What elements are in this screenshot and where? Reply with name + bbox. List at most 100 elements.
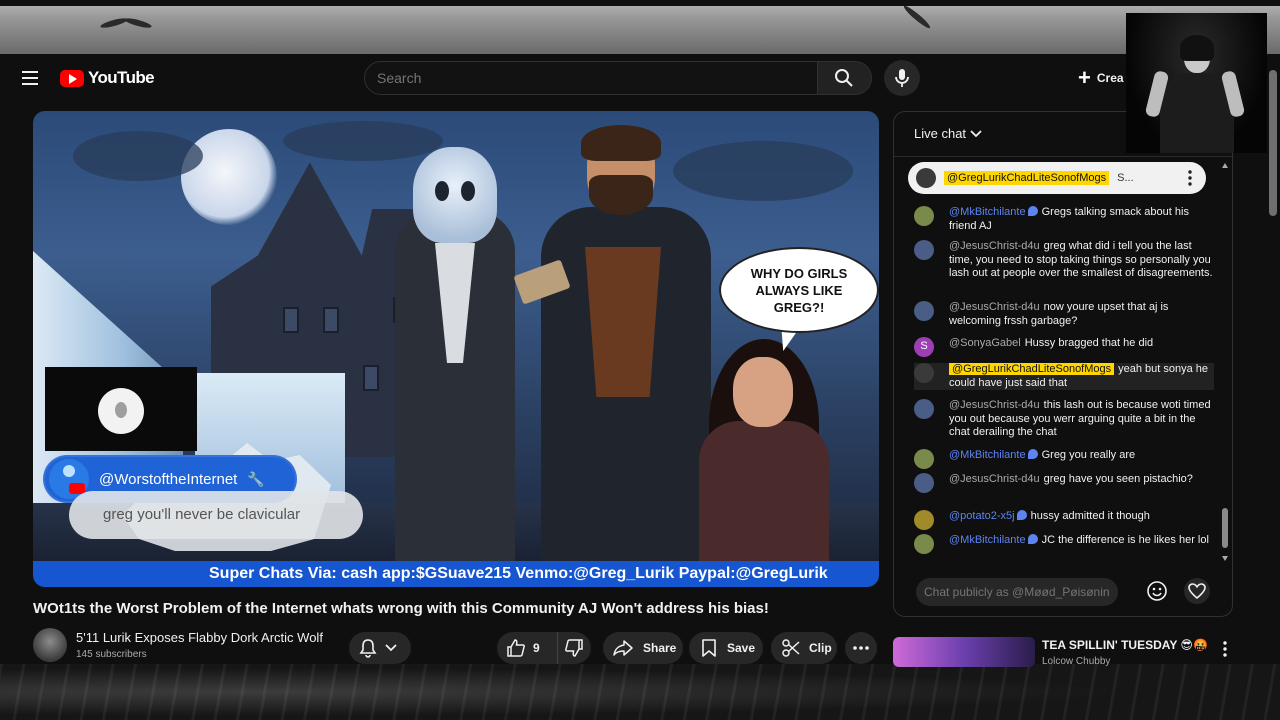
chevron-down-icon (385, 644, 397, 652)
avatar[interactable] (914, 399, 934, 419)
page-scrollbar[interactable] (1269, 70, 1277, 216)
chat-author[interactable]: @JesusChrist-d4u (949, 399, 1040, 411)
search-input[interactable] (364, 61, 818, 95)
search-button[interactable] (818, 61, 872, 95)
more-vertical-icon[interactable] (1220, 641, 1230, 657)
live-chat-panel: Live chat @GregLurikChadLiteSonofMogs S.… (893, 111, 1233, 617)
channel-name[interactable]: 5'11 Lurik Exposes Flabby Dork Arctic Wo… (76, 630, 323, 645)
share-label: Share (643, 641, 677, 655)
avatar[interactable] (914, 449, 934, 469)
masthead: YouTube + Crea (0, 54, 1280, 102)
speech-bubble: WHY DO GIRLS ALWAYS LIKE GREG?! (719, 247, 879, 333)
chat-text: Hussy bragged that he did (1024, 337, 1154, 349)
chat-text: JC the difference is he likes her lol (1041, 534, 1209, 546)
chat-author[interactable]: @JesusChrist-d4u (949, 301, 1040, 313)
youtube-logo[interactable]: YouTube (60, 66, 155, 90)
voice-search-button[interactable] (884, 60, 920, 96)
live-chat-title: Live chat (914, 126, 967, 141)
avatar[interactable] (914, 206, 934, 226)
chat-message[interactable]: @JesusChrist-d4u greg what did i tell you… (914, 240, 1214, 281)
more-vertical-icon[interactable] (1188, 170, 1192, 186)
chat-author[interactable]: @JesusChrist-d4u (949, 473, 1040, 485)
chat-text: Greg you really are (1041, 449, 1136, 461)
video-title: WOt1ts the Worst Problem of the Internet… (33, 600, 769, 617)
avatar[interactable] (914, 363, 934, 383)
cloud (73, 131, 203, 181)
chat-author[interactable]: @MkBitchilante (949, 449, 1026, 461)
share-button[interactable]: Share (603, 632, 683, 664)
video-player[interactable]: WHY DO GIRLS ALWAYS LIKE GREG?! @Worstof… (33, 111, 879, 587)
scissors-icon (782, 639, 800, 657)
chat-scrollbar-thumb[interactable] (1222, 508, 1228, 548)
overlay-caption: greg you'll never be clavicular (69, 491, 363, 539)
more-horizontal-icon (853, 646, 869, 650)
show-appreciation-button[interactable] (1184, 578, 1210, 604)
verified-badge-icon (1027, 449, 1038, 459)
chat-message[interactable]: @potato2-x5j hussy admitted it though (914, 510, 1214, 530)
like-count: 9 (533, 641, 540, 655)
ghost-figure-head (413, 147, 497, 243)
pinned-message[interactable]: @GregLurikChadLiteSonofMogs S... (908, 162, 1206, 194)
microphone-icon (895, 69, 909, 87)
share-icon (613, 640, 633, 656)
background-top-strip (0, 0, 1280, 54)
chat-scroll-arrows[interactable] (1222, 162, 1228, 562)
chat-author[interactable]: @MkBitchilante (949, 206, 1026, 218)
avatar[interactable] (914, 510, 934, 530)
chat-text: greg have you seen pistachio? (1043, 473, 1193, 485)
pinned-text: S... (1117, 172, 1134, 184)
dislike-button[interactable] (557, 632, 591, 664)
chat-author[interactable]: @MkBitchilante (949, 534, 1026, 546)
emoji-button[interactable] (1146, 580, 1168, 602)
chat-message[interactable]: @MkBitchilante Greg you really are (914, 449, 1214, 469)
channel-avatar[interactable] (33, 628, 67, 662)
verified-badge-icon (1027, 534, 1038, 544)
chat-author[interactable]: @SonyaGabel (949, 337, 1021, 349)
subscriber-count: 145 subscribers (76, 649, 147, 660)
avatar[interactable] (914, 301, 934, 321)
chevron-down-icon (970, 129, 982, 137)
bell-icon (359, 639, 377, 658)
cloud (283, 121, 443, 161)
more-actions-button[interactable] (845, 632, 877, 664)
chat-message[interactable]: @JesusChrist-d4u greg have you seen pista… (914, 473, 1214, 493)
notification-bell-button[interactable] (349, 632, 411, 664)
chat-message[interactable]: @JesusChrist-d4u this lash out is because… (914, 399, 1214, 440)
avatar[interactable]: S (914, 337, 934, 357)
avatar[interactable] (914, 473, 934, 493)
bookmark-icon (702, 639, 716, 657)
clip-button[interactable]: Clip (771, 632, 837, 664)
chat-author[interactable]: @JesusChrist-d4u (949, 240, 1040, 252)
chat-author[interactable]: @GregLurikChadLiteSonofMogs (949, 363, 1115, 375)
superchat-banner: Super Chats Via: cash app:$GSuave215 Ven… (33, 561, 879, 587)
emoji-icon (1147, 581, 1167, 601)
chat-author[interactable]: @potato2-x5j (949, 510, 1015, 522)
chat-input[interactable] (916, 578, 1118, 606)
chat-divider (894, 156, 1232, 157)
youtube-play-icon (60, 69, 84, 87)
chat-text: hussy admitted it though (1030, 510, 1150, 522)
chat-message[interactable]: @GregLurikChadLiteSonofMogs yeah but sony… (914, 363, 1214, 390)
save-label: Save (727, 641, 756, 655)
cloud (673, 141, 853, 201)
heart-icon (1188, 583, 1206, 599)
avatar[interactable] (914, 240, 934, 260)
pinned-author: @GregLurikChadLiteSonofMogs (944, 171, 1110, 185)
chat-message[interactable]: S @SonyaGabel Hussy bragged that he did (914, 337, 1214, 357)
up-next-title[interactable]: TEA SPILLIN' TUESDAY 😎🤬 (1042, 638, 1208, 652)
chat-message[interactable]: @MkBitchilante JC the difference is he li… (914, 534, 1214, 554)
save-button[interactable]: Save (689, 632, 763, 664)
overlay-channel-name: @WorstoftheInternet (99, 470, 238, 488)
up-next-channel[interactable]: Lolcow Chubby (1042, 656, 1110, 667)
chat-message[interactable]: @MkBitchilante Gregs talking smack about … (914, 206, 1214, 233)
avatar (916, 168, 936, 188)
search-icon (835, 69, 853, 87)
avatar[interactable] (914, 534, 934, 554)
live-chat-mode-dropdown[interactable]: Live chat (914, 126, 982, 141)
wrench-icon: 🔧 (247, 470, 265, 487)
hamburger-menu-button[interactable] (20, 68, 42, 88)
chat-message[interactable]: @JesusChrist-d4u now youre upset that aj … (914, 301, 1214, 328)
like-button[interactable]: 9 (497, 632, 557, 664)
thumbs-down-icon (565, 639, 583, 657)
up-next-thumbnail[interactable] (893, 637, 1035, 667)
